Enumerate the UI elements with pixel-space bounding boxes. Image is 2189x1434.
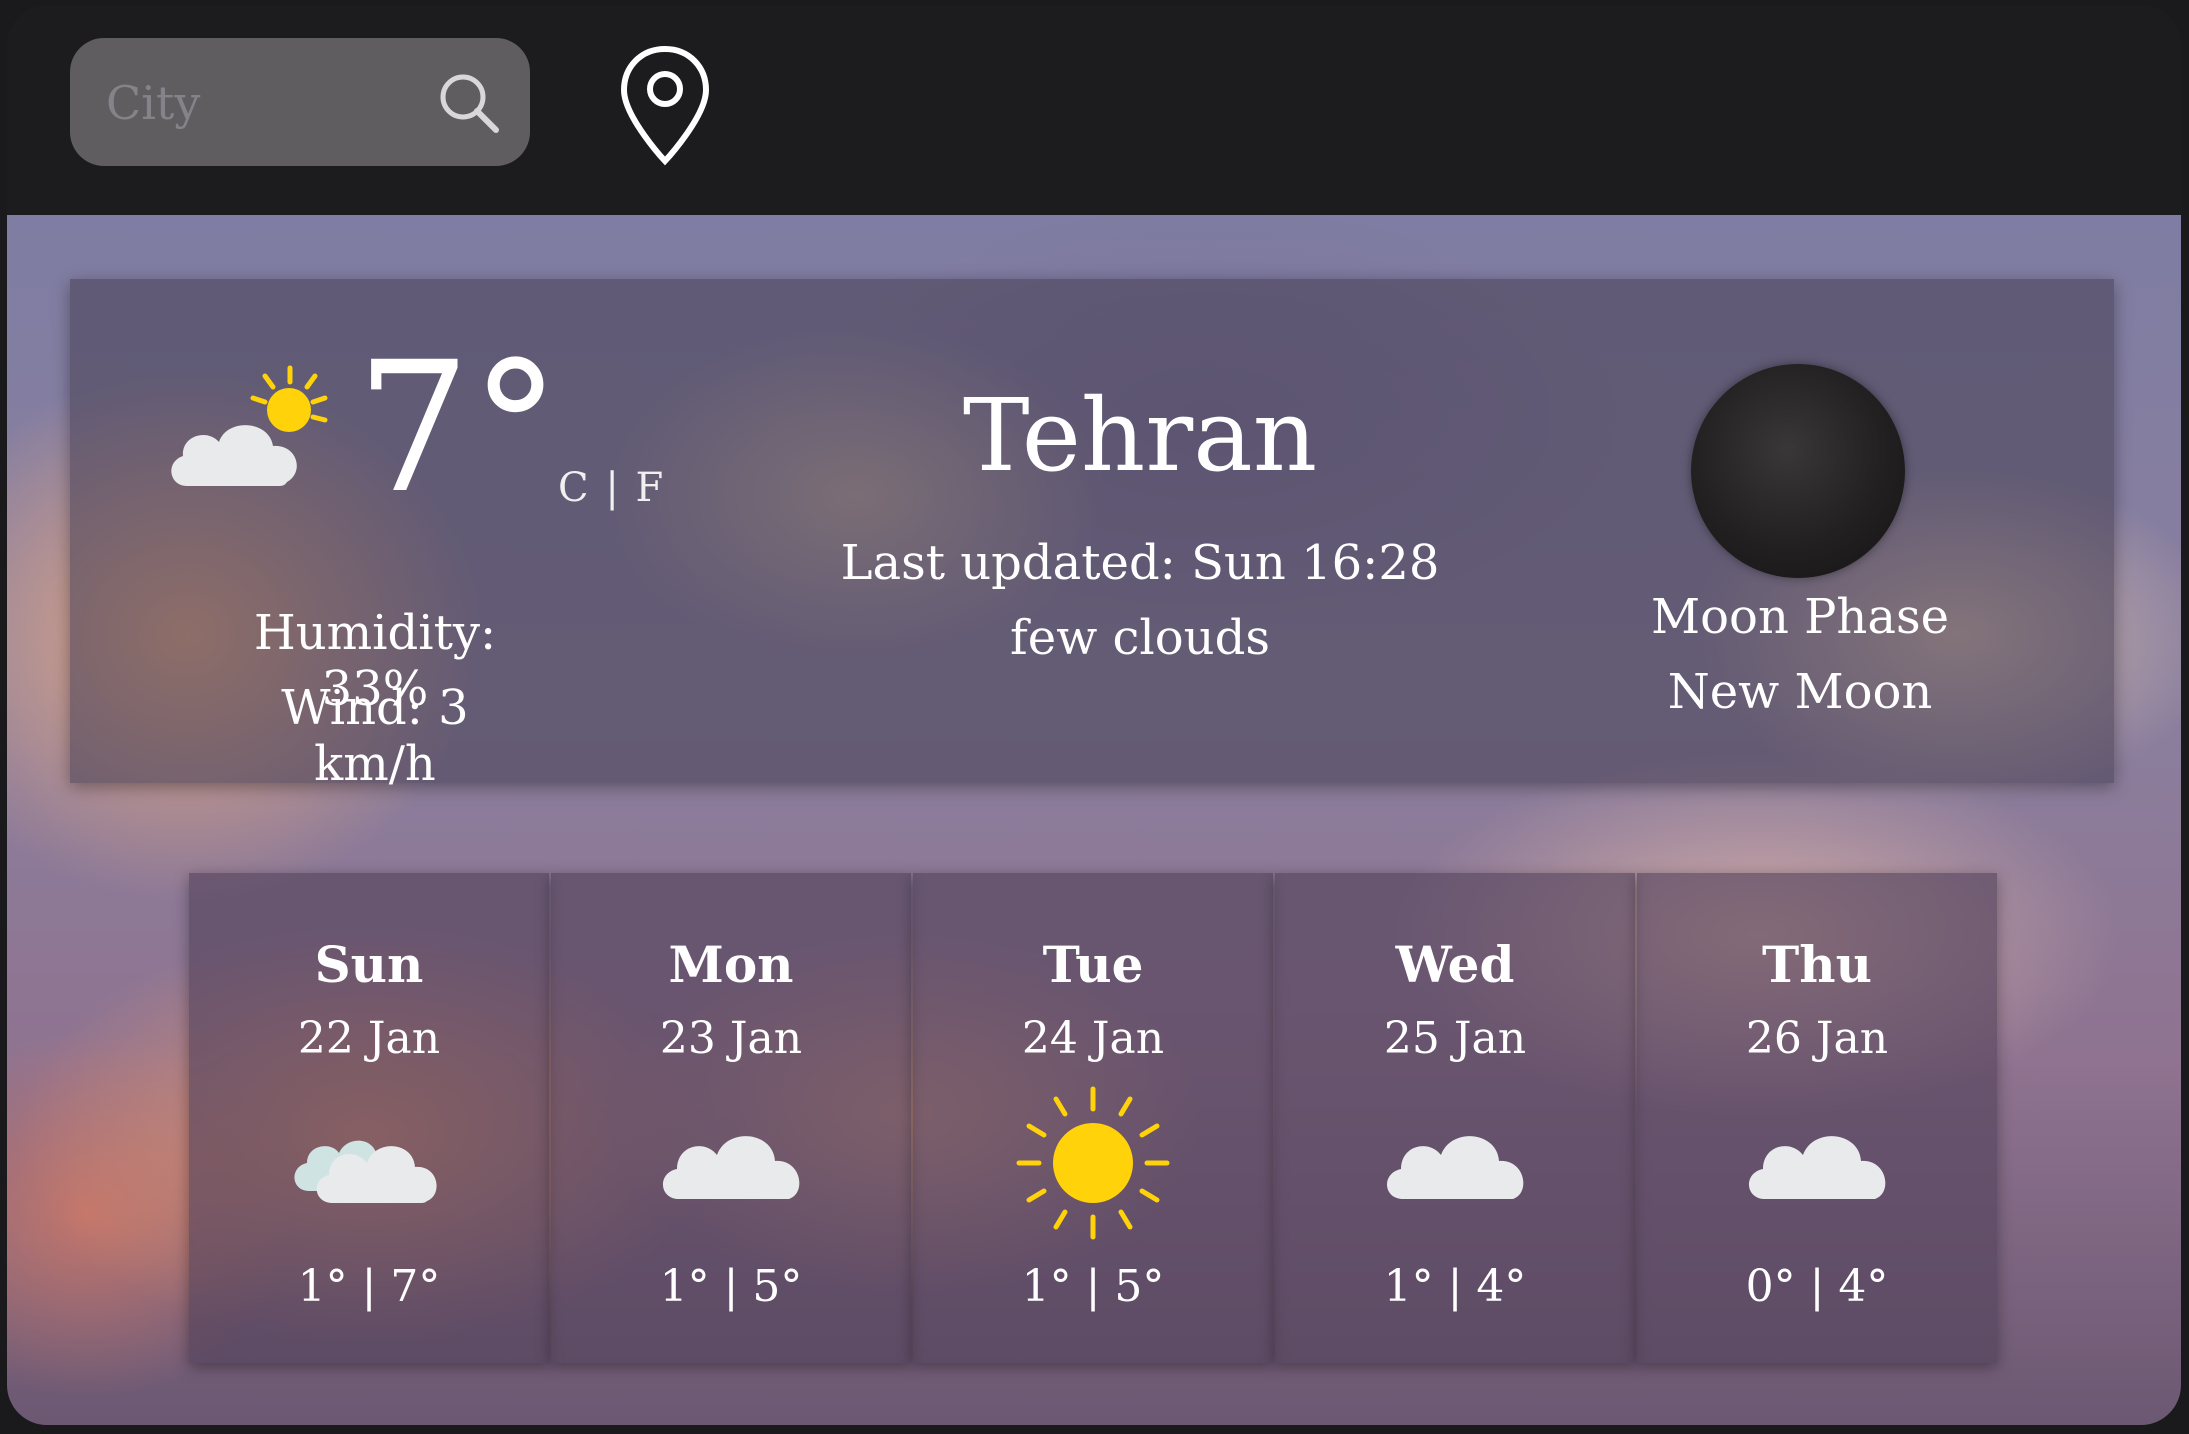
moon-phase-label: Moon Phase: [1651, 589, 1949, 645]
top-bar: [7, 5, 2181, 215]
forecast-day: Tue: [1042, 935, 1144, 994]
forecast-date: 22 Jan: [297, 1013, 441, 1064]
current-weather-panel: 7° C | F Humidity: 33% Wind: 3 km/h Tehr…: [70, 279, 2114, 792]
forecast-card: Thu 26 Jan 0° | 4°: [1637, 873, 1997, 1363]
wind-text: Wind: 3 km/h: [281, 680, 469, 792]
forecast-card: Mon 23 Jan 1° | 5°: [551, 873, 911, 1363]
forecast-card: Wed 25 Jan 1° | 4°: [1275, 873, 1635, 1363]
cloud-icon: [1748, 1136, 1886, 1199]
city-search-input[interactable]: [104, 38, 408, 168]
forecast-temps: 1° | 5°: [1021, 1261, 1165, 1312]
forecast-date: 26 Jan: [1745, 1013, 1889, 1064]
clouds-icon: [294, 1140, 437, 1203]
forecast-card: Sun 22 Jan 1° | 7°: [189, 873, 549, 1363]
moon-phase-icon: [1691, 364, 1905, 578]
forecast-temps: 0° | 4°: [1745, 1261, 1889, 1312]
forecast-temps: 1° | 4°: [1383, 1261, 1527, 1312]
forecast-date: 25 Jan: [1383, 1013, 1527, 1064]
unit-toggle[interactable]: C | F: [558, 465, 665, 511]
forecast-day: Wed: [1395, 935, 1515, 994]
cloud-icon: [662, 1136, 800, 1199]
partly-sunny-icon: [171, 365, 328, 486]
forecast-date: 24 Jan: [1021, 1013, 1165, 1064]
current-temperature: 7°: [356, 324, 561, 533]
search-box[interactable]: [70, 38, 530, 168]
forecast-temps: 1° | 7°: [297, 1261, 441, 1312]
forecast-day: Sun: [314, 935, 424, 994]
forecast-date: 23 Jan: [659, 1013, 803, 1064]
forecast-temps: 1° | 5°: [659, 1261, 803, 1312]
city-name: Tehran: [962, 377, 1318, 494]
forecast-card: Tue 24 Jan 1° | 5°: [913, 873, 1273, 1363]
cloud-icon: [1386, 1136, 1524, 1199]
forecast-day: Thu: [1762, 935, 1872, 994]
forecast-row: Sun 22 Jan 1° | 7° Mon 23 Jan 1° | 5° Tu…: [189, 873, 2007, 1363]
location-pin-icon[interactable]: [619, 45, 711, 167]
last-updated-text: Last updated: Sun 16:28: [840, 535, 1440, 591]
weather-description: few clouds: [1010, 610, 1270, 666]
forecast-day: Mon: [668, 935, 794, 994]
sun-icon: [1016, 1086, 1170, 1240]
moon-phase-value: New Moon: [1667, 664, 1933, 720]
weather-app: 7° C | F Humidity: 33% Wind: 3 km/h Tehr…: [7, 5, 2181, 1425]
search-icon[interactable]: [434, 68, 504, 138]
